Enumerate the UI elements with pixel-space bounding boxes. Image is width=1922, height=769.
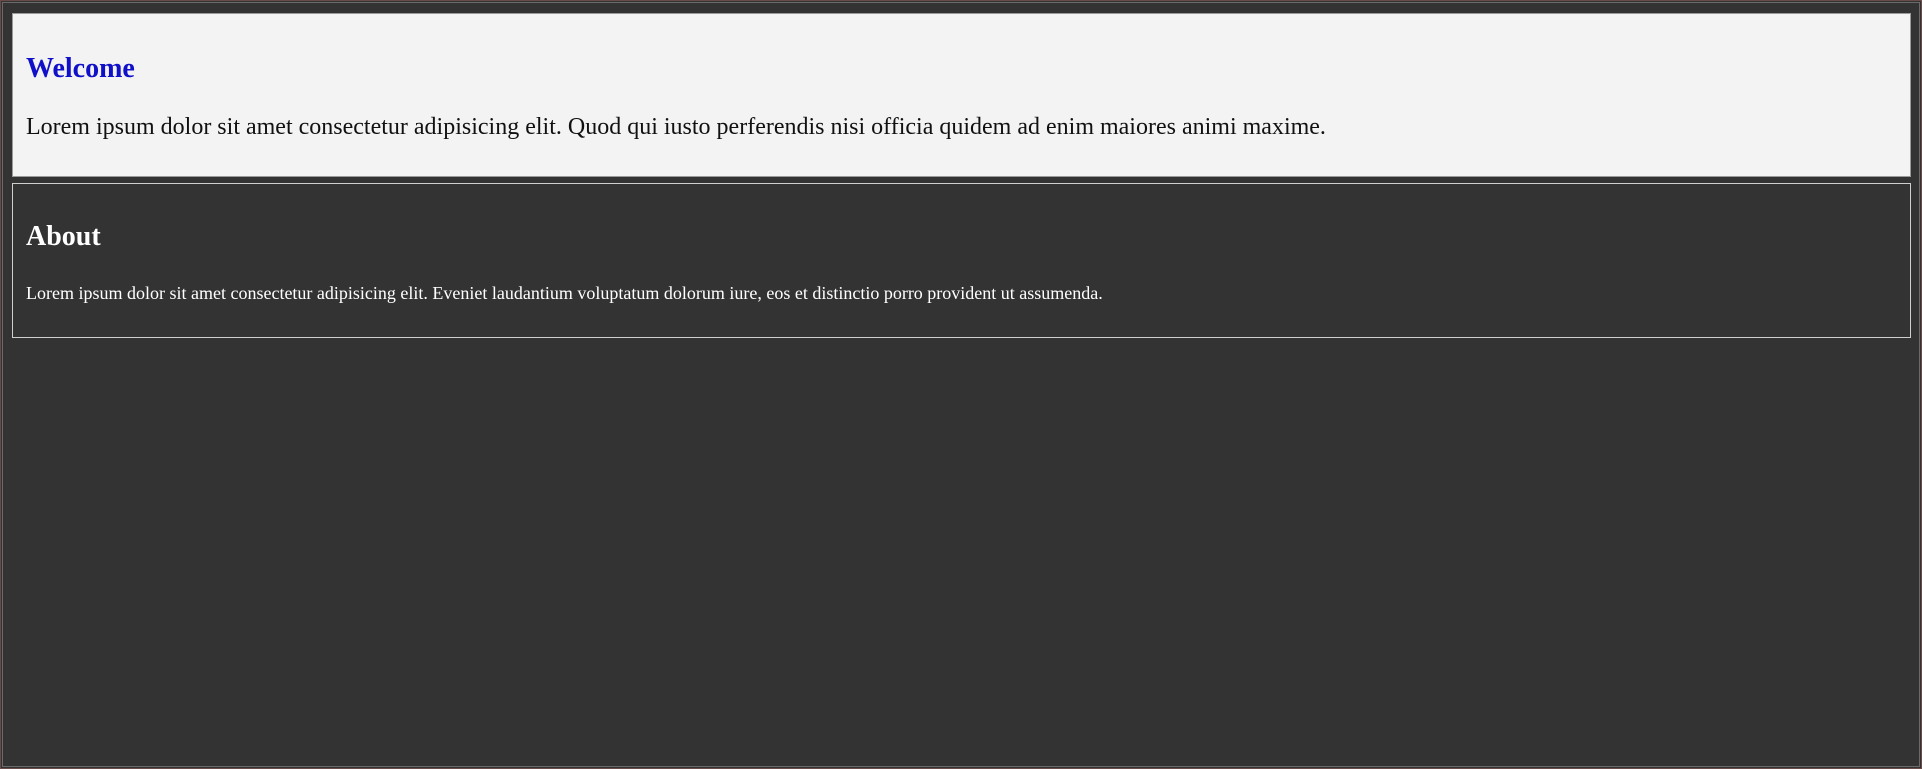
welcome-heading: Welcome [26, 53, 135, 84]
about-heading: About [26, 221, 101, 252]
about-paragraph: Lorem ipsum dolor sit amet consectetur a… [26, 283, 1103, 303]
welcome-section: Welcome Lorem ipsum dolor sit amet conse… [12, 13, 1911, 177]
welcome-paragraph: Lorem ipsum dolor sit amet consectetur a… [26, 114, 1326, 140]
about-section: About Lorem ipsum dolor sit amet consect… [12, 183, 1911, 338]
page-body: { "sections": { "welcome": { "title": "W… [0, 0, 1922, 769]
